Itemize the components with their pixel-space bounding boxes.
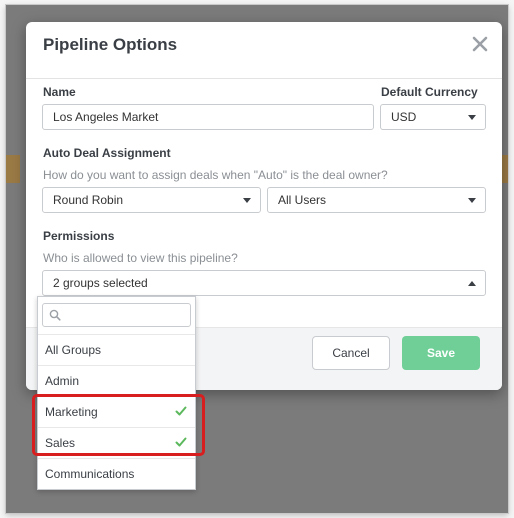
background-tab-left bbox=[6, 155, 20, 183]
assign-method-value: Round Robin bbox=[53, 193, 124, 207]
dropdown-item-label: Communications bbox=[45, 467, 135, 481]
title-divider bbox=[26, 78, 502, 79]
background-tab-right bbox=[502, 155, 508, 183]
permissions-value: 2 groups selected bbox=[53, 276, 148, 290]
name-label: Name bbox=[43, 85, 76, 99]
name-field[interactable] bbox=[42, 104, 374, 130]
chevron-up-icon bbox=[468, 281, 476, 286]
groups-dropdown: All Groups Admin Marketing Sales Communi… bbox=[37, 296, 196, 490]
assign-method-select[interactable]: Round Robin bbox=[42, 187, 261, 213]
dialog-title: Pipeline Options bbox=[43, 35, 178, 54]
permissions-question: Who is allowed to view this pipeline? bbox=[43, 251, 238, 265]
groups-search-input[interactable] bbox=[65, 306, 189, 326]
auto-assignment-question: How do you want to assign deals when "Au… bbox=[43, 168, 388, 182]
dropdown-item-label: Admin bbox=[45, 374, 80, 388]
selection-highlight bbox=[32, 394, 205, 456]
close-icon[interactable] bbox=[470, 34, 490, 54]
dropdown-item-label: All Groups bbox=[45, 343, 102, 357]
permissions-select[interactable]: 2 groups selected bbox=[42, 270, 486, 296]
currency-value: USD bbox=[391, 110, 417, 124]
groups-search-field[interactable] bbox=[42, 303, 191, 327]
dropdown-item-all-groups[interactable]: All Groups bbox=[38, 334, 195, 365]
save-button[interactable]: Save bbox=[402, 336, 480, 370]
assign-users-value: All Users bbox=[278, 193, 327, 207]
chevron-down-icon bbox=[243, 198, 251, 203]
currency-select[interactable]: USD bbox=[380, 104, 486, 130]
currency-label: Default Currency bbox=[381, 85, 478, 99]
chevron-down-icon bbox=[468, 115, 476, 120]
dropdown-item-admin[interactable]: Admin bbox=[38, 365, 195, 396]
assign-users-select[interactable]: All Users bbox=[267, 187, 486, 213]
cancel-button[interactable]: Cancel bbox=[312, 336, 390, 370]
dropdown-item-communications[interactable]: Communications bbox=[38, 458, 195, 489]
auto-assignment-label: Auto Deal Assignment bbox=[43, 146, 171, 160]
name-input[interactable] bbox=[53, 106, 363, 128]
chevron-down-icon bbox=[468, 198, 476, 203]
app-window: Pipeline Options Name Default Currency U… bbox=[6, 5, 508, 513]
search-icon bbox=[49, 309, 61, 321]
permissions-label: Permissions bbox=[43, 229, 115, 243]
